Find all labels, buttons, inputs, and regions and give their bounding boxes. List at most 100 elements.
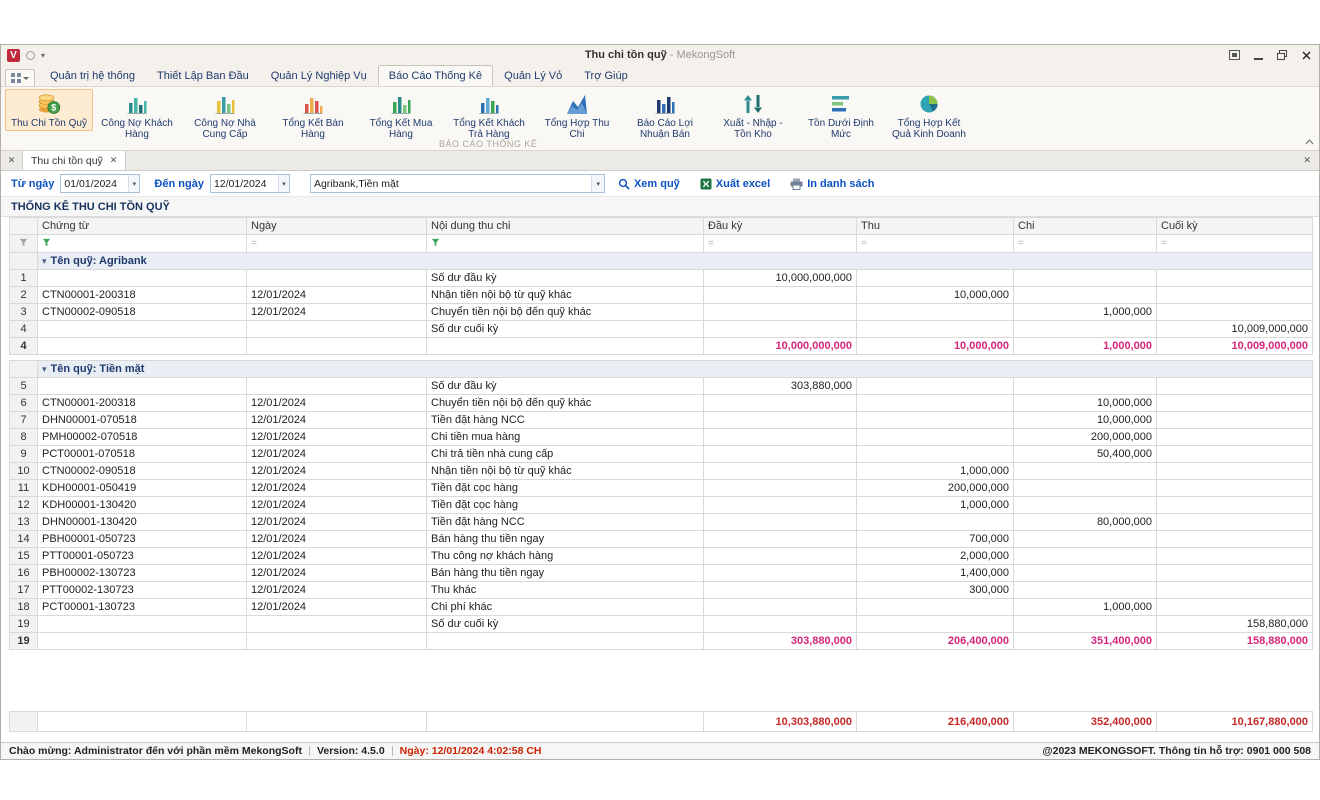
cell-dauky[interactable]: [704, 446, 857, 463]
column-header-thu[interactable]: Thu: [857, 218, 1014, 235]
summary-cell-dauky[interactable]: 10,000,000,000: [704, 338, 857, 355]
cell-noidung[interactable]: Chuyển tiền nội bộ đến quỹ khác: [427, 304, 704, 321]
row-number[interactable]: 8: [10, 429, 38, 446]
row-indicator[interactable]: [10, 361, 38, 378]
cell-noidung[interactable]: Chuyển tiền nội bộ đến quỹ khác: [427, 395, 704, 412]
summary-cell-chungtu[interactable]: [38, 633, 247, 650]
cell-dauky[interactable]: [704, 548, 857, 565]
cell-thu[interactable]: 10,000,000: [857, 287, 1014, 304]
cell-chi[interactable]: [1014, 565, 1157, 582]
cell-dauky[interactable]: 303,880,000: [704, 378, 857, 395]
summary-cell-chi[interactable]: 1,000,000: [1014, 338, 1157, 355]
cell-chungtu[interactable]: CTN00002-090518: [38, 304, 247, 321]
cell-chungtu[interactable]: PBH00002-130723: [38, 565, 247, 582]
summary-cell-noidung[interactable]: [427, 338, 704, 355]
cell-chi[interactable]: [1014, 287, 1157, 304]
cell-cuoiky[interactable]: [1157, 287, 1313, 304]
filter-cell-cuoiky[interactable]: =: [1157, 235, 1313, 253]
cell-thu[interactable]: [857, 304, 1014, 321]
cell-ngay[interactable]: 12/01/2024: [247, 463, 427, 480]
cell-thu[interactable]: [857, 395, 1014, 412]
row-number[interactable]: 16: [10, 565, 38, 582]
cell-cuoiky[interactable]: 10,009,000,000: [1157, 321, 1313, 338]
restore-icon[interactable]: [1275, 49, 1289, 61]
cell-ngay[interactable]: 12/01/2024: [247, 531, 427, 548]
minimize-icon[interactable]: [1251, 49, 1265, 61]
doc-tab-thu-chi-ton-quy[interactable]: Thu chi tồn quỹ ✕: [23, 151, 126, 170]
summary-cell-ngay[interactable]: [247, 633, 427, 650]
cell-chi[interactable]: [1014, 497, 1157, 514]
cell-ngay[interactable]: 12/01/2024: [247, 304, 427, 321]
close-all-tabs-button[interactable]: ✕: [1, 151, 23, 170]
toggle-icon[interactable]: [26, 51, 35, 60]
cell-chi[interactable]: [1014, 270, 1157, 287]
cell-noidung[interactable]: Bán hàng thu tiền ngay: [427, 565, 704, 582]
cell-cuoiky[interactable]: [1157, 378, 1313, 395]
summary-cell-cuoiky[interactable]: 10,009,000,000: [1157, 338, 1313, 355]
row-indicator[interactable]: [10, 253, 38, 270]
cell-dauky[interactable]: [704, 412, 857, 429]
cell-cuoiky[interactable]: [1157, 565, 1313, 582]
cell-noidung[interactable]: Số dư cuối kỳ: [427, 616, 704, 633]
cell-cuoiky[interactable]: [1157, 395, 1313, 412]
cell-chi[interactable]: 50,400,000: [1014, 446, 1157, 463]
ribbon-collapse-icon[interactable]: [1305, 137, 1314, 147]
cell-noidung[interactable]: Số dư đầu kỳ: [427, 270, 704, 287]
cell-noidung[interactable]: Tiền đặt cọc hàng: [427, 480, 704, 497]
cell-thu[interactable]: [857, 321, 1014, 338]
cell-dauky[interactable]: [704, 514, 857, 531]
row-number[interactable]: 9: [10, 446, 38, 463]
cell-cuoiky[interactable]: [1157, 446, 1313, 463]
fund-select-field[interactable]: ▾: [310, 174, 605, 193]
filter-cell-noidung[interactable]: [427, 235, 704, 253]
cell-thu[interactable]: 1,000,000: [857, 497, 1014, 514]
print-list-button[interactable]: In danh sách: [783, 178, 881, 190]
cell-chi[interactable]: 10,000,000: [1014, 412, 1157, 429]
cell-dauky[interactable]: [704, 395, 857, 412]
cell-chungtu[interactable]: DHN00001-130420: [38, 514, 247, 531]
cell-ngay[interactable]: 12/01/2024: [247, 582, 427, 599]
column-header-dauky[interactable]: Đầu kỳ: [704, 218, 857, 235]
cell-thu[interactable]: [857, 412, 1014, 429]
cell-chungtu[interactable]: PTT00001-050723: [38, 548, 247, 565]
row-number[interactable]: 5: [10, 378, 38, 395]
row-number[interactable]: 1: [10, 270, 38, 287]
cell-thu[interactable]: [857, 429, 1014, 446]
cell-chi[interactable]: [1014, 582, 1157, 599]
cell-cuoiky[interactable]: [1157, 429, 1313, 446]
toolbar-item-2[interactable]: Công Nợ Khách Hàng: [93, 89, 181, 142]
cell-cuoiky[interactable]: [1157, 412, 1313, 429]
toolbar-item-6[interactable]: Tổng Kết Khách Trả Hàng: [445, 89, 533, 142]
row-number[interactable]: 12: [10, 497, 38, 514]
cell-thu[interactable]: 200,000,000: [857, 480, 1014, 497]
row-number[interactable]: 14: [10, 531, 38, 548]
cell-noidung[interactable]: Chi trả tiền nhà cung cấp: [427, 446, 704, 463]
cell-chi[interactable]: [1014, 616, 1157, 633]
cell-chungtu[interactable]: CTN00001-200318: [38, 395, 247, 412]
from-date-dropdown-icon[interactable]: ▾: [128, 175, 139, 192]
tabbar-close-icon[interactable]: ✕: [1303, 156, 1311, 165]
cell-cuoiky[interactable]: 158,880,000: [1157, 616, 1313, 633]
cell-cuoiky[interactable]: [1157, 599, 1313, 616]
cell-cuoiky[interactable]: [1157, 531, 1313, 548]
cell-chi[interactable]: 1,000,000: [1014, 599, 1157, 616]
fund-select-dropdown-icon[interactable]: ▾: [591, 175, 603, 192]
cell-thu[interactable]: 300,000: [857, 582, 1014, 599]
summary-cell-cuoiky[interactable]: 158,880,000: [1157, 633, 1313, 650]
cell-chi[interactable]: 80,000,000: [1014, 514, 1157, 531]
summary-cell-ngay[interactable]: [247, 338, 427, 355]
cell-cuoiky[interactable]: [1157, 582, 1313, 599]
toolbar-item-10[interactable]: Tồn Dưới Định Mức: [797, 89, 885, 142]
filter-cell-thu[interactable]: =: [857, 235, 1014, 253]
fullscreen-icon[interactable]: [1227, 49, 1241, 61]
collapse-arrow-icon[interactable]: ▾: [42, 364, 47, 374]
cell-chi[interactable]: 200,000,000: [1014, 429, 1157, 446]
cell-chungtu[interactable]: PMH00002-070518: [38, 429, 247, 446]
cell-thu[interactable]: 2,000,000: [857, 548, 1014, 565]
cell-noidung[interactable]: Số dư đầu kỳ: [427, 378, 704, 395]
cell-chungtu[interactable]: PBH00001-050723: [38, 531, 247, 548]
doc-tab-close-icon[interactable]: ✕: [110, 156, 118, 165]
cell-chi[interactable]: [1014, 463, 1157, 480]
row-number[interactable]: 13: [10, 514, 38, 531]
summary-cell-thu[interactable]: 10,000,000: [857, 338, 1014, 355]
